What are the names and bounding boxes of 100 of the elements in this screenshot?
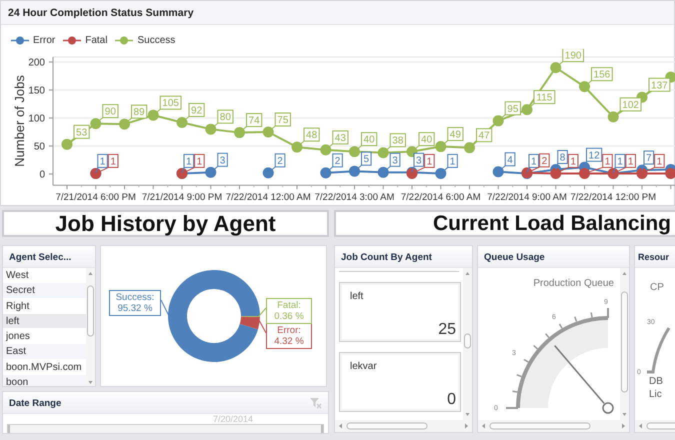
data-label: 7 — [646, 153, 652, 164]
section-title: Current Load Balancing — [334, 210, 675, 237]
axis-label: 7/22/2014 12:00 AM — [226, 192, 311, 203]
gauge-title: Production Queue — [533, 278, 614, 289]
data-label: 90 — [104, 106, 116, 118]
panel-title: Date Range — [9, 397, 62, 408]
panel-title: 24 Hour Completion Status Summary — [1, 1, 674, 25]
data-label: 7 — [642, 150, 654, 171]
job-count: 25 — [437, 320, 456, 340]
data-label: 1 — [182, 154, 194, 174]
date-label: 7/20/2014 — [212, 414, 254, 424]
data-point — [349, 146, 360, 158]
axis-title: Number of Jobs — [12, 75, 27, 167]
data-label: 1 — [95, 154, 108, 174]
data-label: 1 — [100, 156, 106, 168]
data-label: 75 — [277, 115, 289, 126]
legend-label: Success — [137, 34, 176, 48]
data-label: 137 — [651, 80, 668, 92]
scrollbar[interactable] — [478, 420, 629, 432]
data-point — [608, 111, 619, 122]
data-label: 4 — [498, 152, 516, 172]
axis-label: 7/21/2014 9:00 PM — [142, 192, 222, 203]
leader-line — [258, 320, 266, 334]
data-label: Success: 95.32 % — [109, 290, 161, 316]
data-label: 80 — [210, 110, 234, 130]
data-label: 92 — [182, 102, 205, 123]
data-label: 40 — [421, 134, 433, 146]
legend-label: Error — [33, 34, 56, 48]
data-label: 43 — [334, 132, 346, 144]
data-label: 40 — [364, 134, 376, 146]
list-item[interactable]: Secret — [3, 283, 86, 299]
axis-label: 150 — [28, 86, 45, 96]
scrollbar[interactable] — [335, 420, 472, 432]
data-label: 1 — [110, 156, 116, 168]
data-label: 49 — [440, 127, 464, 148]
panel-title: Resour — [635, 246, 675, 268]
data-label: 1 — [604, 156, 611, 168]
data-label: 75 — [268, 112, 291, 132]
list-item[interactable]: left — [3, 314, 86, 330]
data-label: 3 — [392, 155, 398, 166]
data-label: 1 — [186, 156, 192, 168]
data-label: 89 — [124, 104, 148, 125]
leader-line — [258, 308, 266, 316]
data-label: 12 — [588, 150, 600, 162]
data-point — [176, 116, 188, 128]
data-label: 1 — [196, 156, 203, 168]
data-point — [492, 115, 504, 126]
data-point — [320, 167, 332, 178]
data-label: 48 — [296, 128, 320, 148]
axis-label: 7/22/2014 6:00 AM — [400, 192, 481, 203]
data-label: Fatal: 0.36 % — [266, 298, 312, 324]
axis-label: 7/21/2014 6:00 PM — [56, 192, 136, 203]
data-label: 53 — [66, 124, 90, 145]
data-label: 92 — [191, 105, 203, 116]
axis-label: 100 — [28, 114, 45, 124]
scrollbar[interactable] — [620, 268, 629, 420]
list-item[interactable]: East — [3, 344, 86, 360]
data-point — [148, 110, 159, 121]
data-label: 1 — [526, 154, 540, 174]
data-point — [119, 118, 130, 130]
data-label: 40 — [412, 132, 435, 152]
data-point — [435, 141, 446, 152]
data-label: 1 — [628, 156, 634, 168]
data-label: 1 — [450, 156, 456, 168]
data-label: 48 — [306, 130, 318, 142]
data-label: 115 — [536, 92, 553, 104]
scrollbar[interactable] — [86, 268, 95, 386]
data-label: 40 — [354, 132, 378, 152]
data-label: 38 — [382, 133, 406, 154]
axis-label: 50 — [34, 142, 45, 152]
list-item[interactable]: boon — [3, 375, 86, 386]
data-label: 3 — [220, 155, 226, 166]
job-count: 0 — [446, 390, 456, 410]
data-point — [464, 142, 475, 154]
data-label: 90 — [95, 104, 118, 124]
data-point — [62, 138, 72, 150]
data-label: 53 — [76, 127, 88, 138]
data-label: 95 — [507, 104, 519, 115]
data-label: 105 — [162, 98, 180, 110]
data-label: 1 — [440, 154, 458, 174]
legend-label: Fatal — [85, 34, 108, 48]
gauge-drawing — [647, 327, 670, 374]
data-point — [262, 167, 274, 178]
data-label: 8 — [560, 152, 566, 164]
data-label: 156 — [594, 70, 611, 81]
data-point — [378, 147, 389, 158]
data-label: 3 — [210, 152, 228, 173]
data-point — [579, 81, 590, 92]
data-label: 1 — [570, 156, 576, 168]
scrollbar[interactable] — [463, 268, 472, 420]
axis-label: 7/22/2014 12:00 PM — [570, 192, 656, 203]
data-label: 1 — [617, 156, 624, 168]
data-label: 49 — [450, 130, 462, 141]
agent-name: left — [350, 290, 364, 304]
data-label: 74 — [248, 116, 260, 127]
data-label: 8 — [555, 150, 568, 170]
data-label: 2 — [325, 153, 343, 174]
filter-clear-icon[interactable] — [310, 397, 322, 409]
axis-label: 0 — [39, 170, 45, 180]
data-label: 102 — [622, 100, 640, 111]
